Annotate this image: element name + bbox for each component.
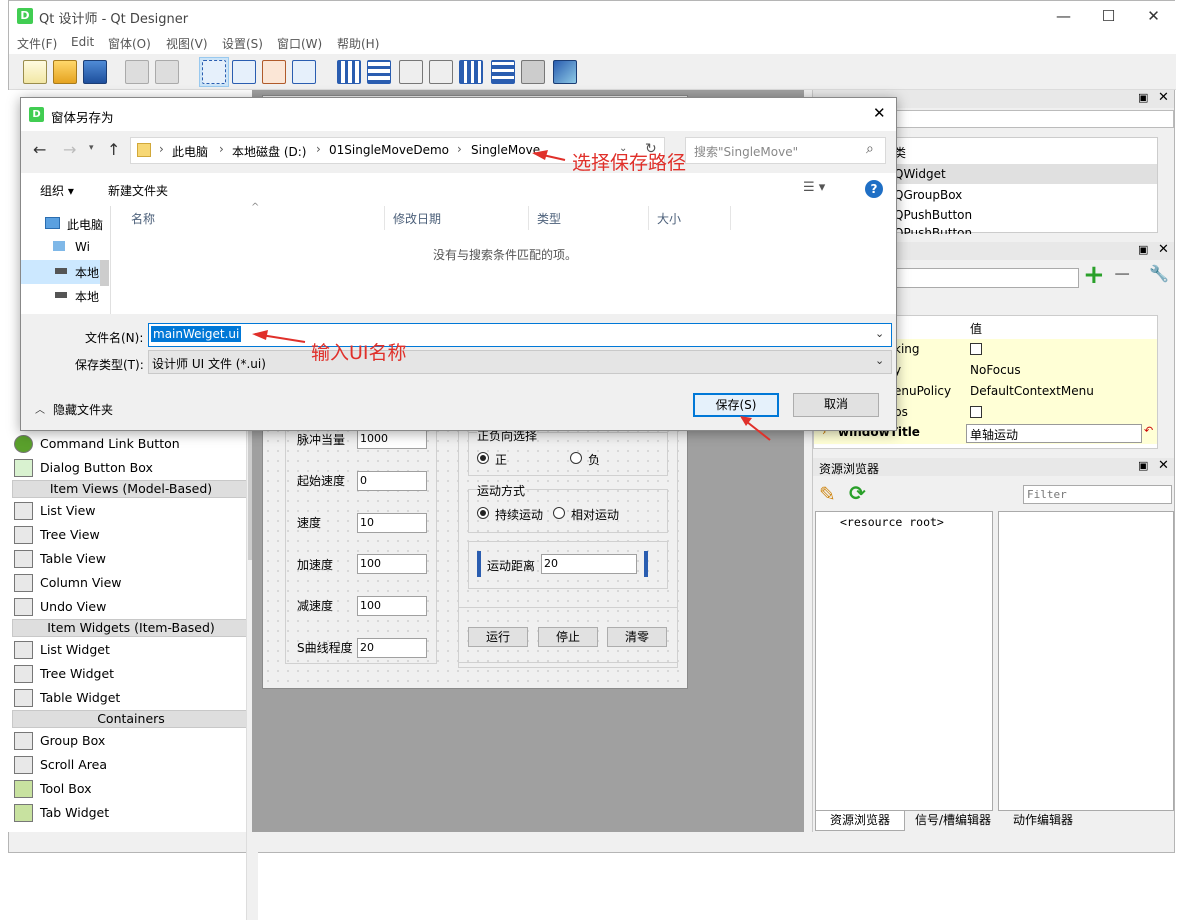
annotation-path-text: 选择保存路径 [572,152,687,174]
annotation-name-text: 输入UI名称 [311,342,407,364]
annotation-arrows [252,150,771,441]
arrowhead-name [252,330,268,340]
arrowhead-path [532,150,548,160]
